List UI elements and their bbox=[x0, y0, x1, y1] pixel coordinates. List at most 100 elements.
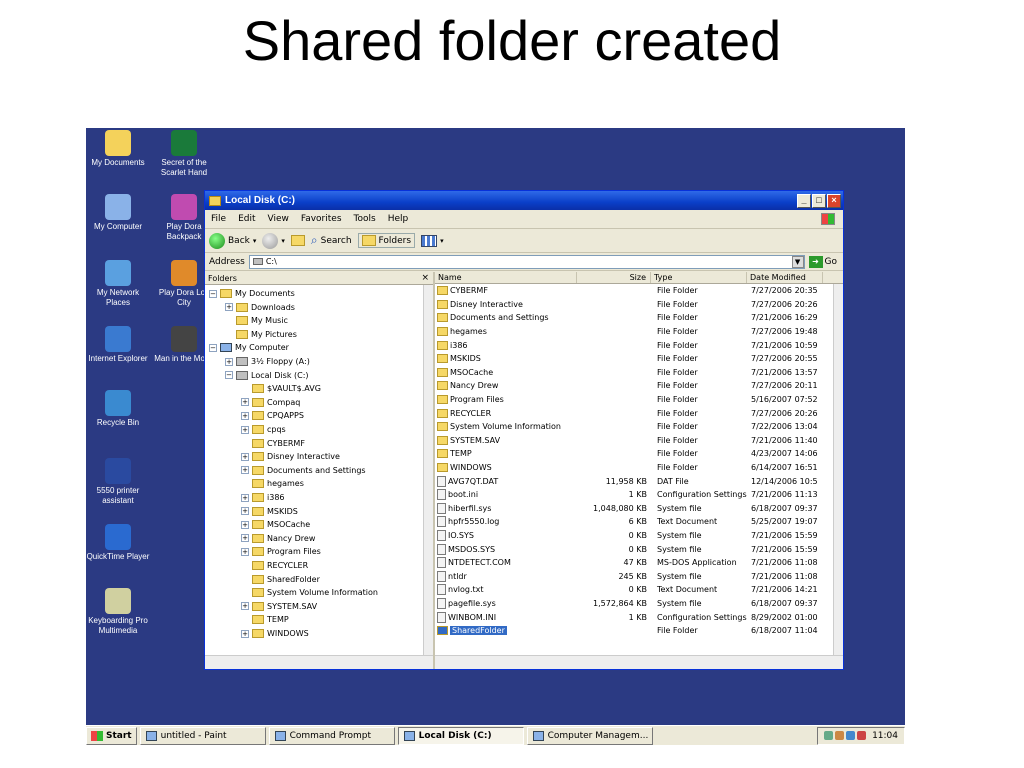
menu-view[interactable]: View bbox=[268, 214, 289, 224]
file-row[interactable]: hpfr5550.log 6 KB Text Document 5/25/2007 1… bbox=[435, 515, 843, 529]
desktop-icon[interactable]: Keyboarding Pro Multimedia bbox=[86, 588, 150, 636]
tree-item[interactable]: − My Documents bbox=[209, 287, 295, 300]
menu-tools[interactable]: Tools bbox=[354, 214, 376, 224]
tree-item[interactable]: $VAULT$.AVG bbox=[241, 382, 321, 395]
file-row[interactable]: TEMP File Folder 4/23/2007 14:06 bbox=[435, 447, 843, 461]
file-row[interactable]: SYSTEM.SAV File Folder 7/21/2006 11:40 bbox=[435, 434, 843, 448]
tray-icon[interactable] bbox=[824, 731, 834, 740]
tree-item[interactable]: + cpqs bbox=[241, 423, 286, 436]
tree-item[interactable]: + MSKIDS bbox=[241, 505, 298, 518]
tree-horizontal-scrollbar[interactable] bbox=[205, 655, 433, 669]
forward-button[interactable]: ▾ bbox=[262, 232, 285, 249]
column-type[interactable]: Type bbox=[651, 272, 747, 283]
file-row[interactable]: nvlog.txt 0 KB Text Document 7/21/2006 14:2… bbox=[435, 583, 843, 597]
minimize-button[interactable]: _ bbox=[797, 193, 811, 208]
expand-toggle[interactable]: + bbox=[225, 303, 233, 312]
tree-item[interactable]: TEMP bbox=[241, 613, 289, 626]
desktop-icon[interactable]: 5550 printer assistant bbox=[86, 458, 150, 506]
file-row[interactable]: Program Files File Folder 5/16/2007 07:52 bbox=[435, 393, 843, 407]
up-folder-button[interactable] bbox=[290, 235, 305, 246]
tray-icon[interactable] bbox=[846, 731, 856, 740]
file-row[interactable]: CYBERMF File Folder 7/27/2006 20:35 bbox=[435, 284, 843, 298]
file-row[interactable]: Nancy Drew File Folder 7/27/2006 20:11 bbox=[435, 379, 843, 393]
menu-favorites[interactable]: Favorites bbox=[301, 214, 342, 224]
menu-edit[interactable]: Edit bbox=[238, 214, 255, 224]
folders-button[interactable]: Folders bbox=[357, 233, 416, 248]
file-row[interactable]: System Volume Information File Folder 7/22… bbox=[435, 420, 843, 434]
file-row[interactable]: AVG7QT.DAT 11,958 KB DAT File 12/14/2006 10… bbox=[435, 474, 843, 488]
desktop-icon[interactable]: My Computer bbox=[86, 194, 150, 232]
tree-item[interactable]: My Pictures bbox=[225, 328, 297, 341]
views-button[interactable]: ▾ bbox=[421, 234, 444, 247]
column-size[interactable]: Size bbox=[577, 272, 651, 283]
address-dropdown-button[interactable]: ▼ bbox=[791, 255, 804, 268]
file-row[interactable]: WINBOM.INI 1 KB Configuration Settings 8/29… bbox=[435, 610, 843, 624]
file-row[interactable]: ntldr 245 KB System file 7/21/2006 11:08 bbox=[435, 569, 843, 583]
desktop-icon[interactable]: Recycle Bin bbox=[86, 390, 150, 428]
window-titlebar[interactable]: Local Disk (C:) _ □ × bbox=[205, 191, 843, 210]
tree-item[interactable]: + MSOCache bbox=[241, 518, 310, 531]
address-input[interactable]: C:\ ▼ bbox=[248, 254, 805, 269]
file-row[interactable]: boot.ini 1 KB Configuration Settings 7/21/2… bbox=[435, 488, 843, 502]
tree-item[interactable]: − Local Disk (C:) bbox=[225, 369, 309, 382]
tree-item[interactable]: CYBERMF bbox=[241, 437, 305, 450]
tree-item[interactable]: +3½ Floppy (A:) bbox=[225, 355, 310, 368]
list-horizontal-scrollbar[interactable] bbox=[435, 655, 843, 669]
expand-toggle[interactable]: + bbox=[241, 411, 249, 420]
taskbar-button[interactable]: Local Disk (C:) bbox=[397, 726, 524, 745]
expand-toggle[interactable]: + bbox=[241, 547, 249, 556]
menu-help[interactable]: Help bbox=[388, 214, 409, 224]
taskbar-button[interactable]: untitled - Paint bbox=[139, 726, 266, 745]
taskbar-button[interactable]: Computer Managem... bbox=[526, 726, 653, 745]
tree-item[interactable]: System Volume Information bbox=[241, 586, 378, 599]
tree-item[interactable]: + Compaq bbox=[241, 396, 300, 409]
file-row[interactable]: Disney Interactive File Folder 7/27/2006 2… bbox=[435, 298, 843, 312]
desktop-icon[interactable]: Internet Explorer bbox=[86, 326, 150, 364]
file-row[interactable]: SharedFolder File Folder 6/18/2007 11:04 bbox=[435, 624, 843, 638]
tree-item[interactable]: − My Computer bbox=[209, 341, 289, 354]
tree-item[interactable]: + CPQAPPS bbox=[241, 409, 304, 422]
file-row[interactable]: IO.SYS 0 KB System file 7/21/2006 15:59 bbox=[435, 529, 843, 543]
tray-icon[interactable] bbox=[857, 731, 867, 740]
expand-toggle[interactable]: + bbox=[241, 520, 249, 529]
file-row[interactable]: hegames File Folder 7/27/2006 19:48 bbox=[435, 325, 843, 339]
tree-item[interactable]: + Nancy Drew bbox=[241, 532, 315, 545]
expand-toggle[interactable]: − bbox=[209, 343, 217, 352]
expand-toggle[interactable]: + bbox=[225, 357, 233, 366]
maximize-button[interactable]: □ bbox=[812, 193, 826, 208]
file-row[interactable]: MSOCache File Folder 7/21/2006 13:57 bbox=[435, 366, 843, 380]
expand-toggle[interactable]: + bbox=[241, 534, 249, 543]
tree-item[interactable]: hegames bbox=[241, 477, 304, 490]
expand-toggle[interactable]: + bbox=[241, 493, 249, 502]
tree-item[interactable]: + Program Files bbox=[241, 545, 321, 558]
column-date[interactable]: Date Modified bbox=[747, 272, 823, 283]
tree-item[interactable]: + i386 bbox=[241, 491, 285, 504]
expand-toggle[interactable]: + bbox=[241, 398, 249, 407]
file-row[interactable]: i386 File Folder 7/21/2006 10:59 bbox=[435, 338, 843, 352]
tree-item[interactable]: + Documents and Settings bbox=[241, 464, 366, 477]
desktop-icon[interactable]: QuickTime Player bbox=[86, 524, 150, 562]
tree-vertical-scrollbar[interactable] bbox=[423, 285, 433, 655]
tree-item[interactable]: + Disney Interactive bbox=[241, 450, 340, 463]
desktop-icon[interactable]: My Network Places bbox=[86, 260, 150, 308]
expand-toggle[interactable]: + bbox=[241, 425, 249, 434]
tree-item[interactable]: My Music bbox=[225, 314, 288, 327]
tree-item[interactable]: RECYCLER bbox=[241, 559, 308, 572]
list-vertical-scrollbar[interactable] bbox=[833, 284, 843, 655]
file-row[interactable]: MSDOS.SYS 0 KB System file 7/21/2006 15:59 bbox=[435, 542, 843, 556]
expand-toggle[interactable]: + bbox=[241, 602, 249, 611]
file-row[interactable]: RECYCLER File Folder 7/27/2006 20:26 bbox=[435, 406, 843, 420]
expand-toggle[interactable]: + bbox=[241, 629, 249, 638]
tree-item[interactable]: + WINDOWS bbox=[241, 627, 309, 640]
go-button[interactable]: ➜ Go bbox=[808, 255, 837, 268]
desktop-icon[interactable]: Secret of the Scarlet Hand bbox=[152, 130, 216, 178]
expand-toggle[interactable]: − bbox=[209, 289, 217, 298]
expand-toggle[interactable]: + bbox=[241, 452, 249, 461]
start-button[interactable]: Start bbox=[86, 726, 137, 745]
menu-file[interactable]: File bbox=[211, 214, 226, 224]
close-pane-button[interactable]: × bbox=[421, 273, 429, 283]
search-button[interactable]: ⌕ Search bbox=[311, 233, 352, 248]
expand-toggle[interactable]: − bbox=[225, 371, 233, 380]
file-row[interactable]: NTDETECT.COM 47 KB MS-DOS Application 7/21/… bbox=[435, 556, 843, 570]
column-name[interactable]: Name bbox=[435, 272, 577, 283]
